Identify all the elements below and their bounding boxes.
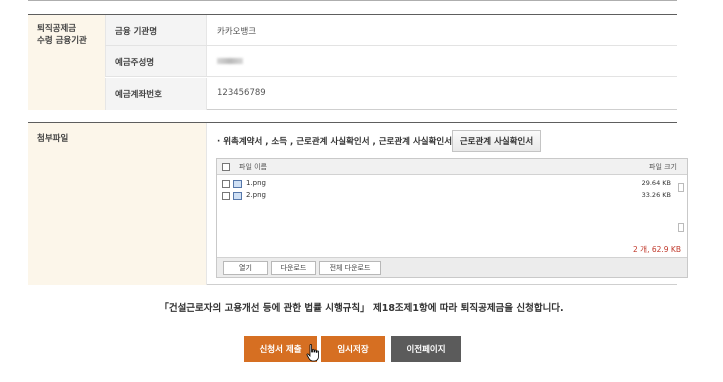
save-draft-button[interactable]: 임시저장 xyxy=(321,336,385,362)
bank-section-title: 퇴직공제금 수령 금융기관 xyxy=(37,24,87,46)
bank-info-table: 퇴직공제금 수령 금융기관 금융 기관명 카카오뱅크 예금주성명 예금계좌번호 … xyxy=(28,14,677,110)
account-holder-label: 예금주성명 xyxy=(115,58,155,68)
hand-cursor-icon xyxy=(306,344,319,362)
image-file-icon xyxy=(233,180,242,188)
file-size: 33.26 KB xyxy=(641,191,671,199)
file-actions-bar: 열기 다운로드 전체 다운로드 xyxy=(217,257,687,277)
download-button[interactable]: 다운로드 xyxy=(271,261,316,275)
file-row[interactable]: 1.png 29.64 KB xyxy=(217,178,687,190)
top-divider xyxy=(28,0,677,1)
bank-name-value: 카카오뱅크 xyxy=(217,27,257,37)
file-size: 29.64 KB xyxy=(641,179,671,187)
file-size-column-header: 파일 크기 xyxy=(649,163,677,171)
file-checkbox[interactable] xyxy=(222,180,230,188)
legal-notice: 「건설근로자의 고용개선 등에 관한 법률 시행규칙」 제18조제1항에 따라 … xyxy=(159,303,564,314)
attachment-section-header: 첨부파일 xyxy=(28,123,206,285)
bank-name-row: 금융 기관명 카카오뱅크 xyxy=(105,15,677,46)
file-list-header: 파일 이름 파일 크기 xyxy=(217,159,687,175)
employment-confirmation-button[interactable]: 근로관계 사실확인서 xyxy=(452,130,541,152)
file-total-summary: 2 개, 62.9 KB xyxy=(633,245,681,254)
attachment-section: 첨부파일 · 위촉계약서 , 소득 , 근로관계 사실확인서 , 근로관계 사실… xyxy=(28,122,688,285)
previous-page-button[interactable]: 이전페이지 xyxy=(391,336,461,362)
file-name: 2.png xyxy=(246,191,267,199)
required-documents-list: · 위촉계약서 , 소득 , 근로관계 사실확인서 , 근로관계 사실확인서 xyxy=(217,137,453,147)
bank-section-header: 퇴직공제금 수령 금융기관 xyxy=(28,15,105,110)
attachment-title: 첨부파일 xyxy=(37,134,69,144)
select-all-checkbox[interactable] xyxy=(222,163,230,171)
scrollbar-down[interactable] xyxy=(678,223,684,232)
image-file-icon xyxy=(233,192,242,200)
account-number-label: 예금계좌번호 xyxy=(115,90,162,100)
file-row[interactable]: 2.png 33.26 KB xyxy=(217,190,687,202)
open-file-button[interactable]: 열기 xyxy=(223,261,268,275)
account-holder-value-blurred xyxy=(217,56,243,67)
account-number-row: 예금계좌번호 123456789 xyxy=(105,78,677,110)
scrollbar-up[interactable] xyxy=(678,183,684,192)
download-all-button[interactable]: 전체 다운로드 xyxy=(319,261,381,275)
file-checkbox[interactable] xyxy=(222,192,230,200)
file-list: 파일 이름 파일 크기 1.png 29.64 KB 2.png 33.26 K… xyxy=(216,158,688,278)
file-name-column-header: 파일 이름 xyxy=(239,163,267,171)
bank-name-label: 금융 기관명 xyxy=(115,27,158,37)
file-name: 1.png xyxy=(246,179,267,187)
account-holder-row: 예금주성명 xyxy=(105,46,677,77)
account-number-value: 123456789 xyxy=(217,88,266,98)
